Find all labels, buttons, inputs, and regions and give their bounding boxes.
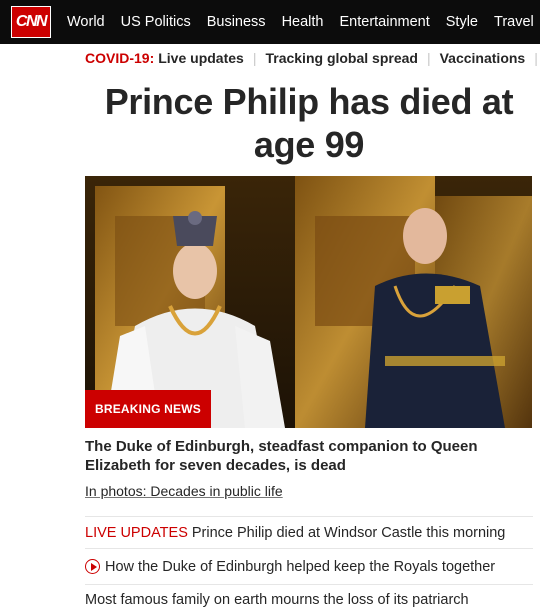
- cnn-logo[interactable]: CNN: [11, 6, 51, 38]
- subnav-vaccinations[interactable]: Vaccinations: [440, 50, 526, 66]
- subnav-live-updates[interactable]: Live updates: [158, 50, 244, 66]
- subnav-divider: |: [534, 50, 538, 66]
- photos-link[interactable]: In photos: Decades in public life: [85, 483, 283, 499]
- subnav-tracking-global-spread[interactable]: Tracking global spread: [265, 50, 418, 66]
- subnav-divider: |: [252, 50, 257, 66]
- breaking-news-badge: BREAKING NEWS: [85, 390, 211, 428]
- story-text[interactable]: How the Duke of Edinburgh helped keep th…: [105, 559, 495, 575]
- story-text[interactable]: Most famous family on earth mourns the l…: [85, 592, 469, 608]
- nav-link-style[interactable]: Style: [446, 14, 478, 30]
- page-title[interactable]: Prince Philip has died at age 99: [85, 80, 533, 166]
- story-item[interactable]: How the Duke of Edinburgh helped keep th…: [85, 548, 533, 584]
- nav-links: World US Politics Business Health Entert…: [67, 0, 540, 44]
- story-item[interactable]: LIVE UPDATES Prince Philip died at Winds…: [85, 516, 533, 548]
- story-item[interactable]: Most famous family on earth mourns the l…: [85, 584, 533, 614]
- story-text[interactable]: Prince Philip died at Windsor Castle thi…: [192, 525, 506, 541]
- nav-link-world[interactable]: World: [67, 14, 105, 30]
- covid-subnav: COVID-19: Live updates | Tracking global…: [85, 44, 540, 72]
- live-updates-label: LIVE UPDATES: [85, 524, 188, 541]
- nav-link-health[interactable]: Health: [282, 14, 324, 30]
- play-icon: [85, 559, 100, 574]
- covid-label: COVID-19:: [85, 50, 155, 66]
- nav-link-us-politics[interactable]: US Politics: [121, 14, 191, 30]
- hero-image[interactable]: BREAKING NEWS: [85, 176, 532, 428]
- nav-link-travel[interactable]: Travel: [494, 14, 534, 30]
- top-nav-bar: CNN World US Politics Business Health En…: [0, 0, 540, 44]
- nav-link-business[interactable]: Business: [207, 14, 266, 30]
- nav-link-entertainment[interactable]: Entertainment: [339, 14, 429, 30]
- subnav-divider: |: [426, 50, 431, 66]
- article-subhead[interactable]: The Duke of Edinburgh, steadfast compani…: [85, 437, 535, 475]
